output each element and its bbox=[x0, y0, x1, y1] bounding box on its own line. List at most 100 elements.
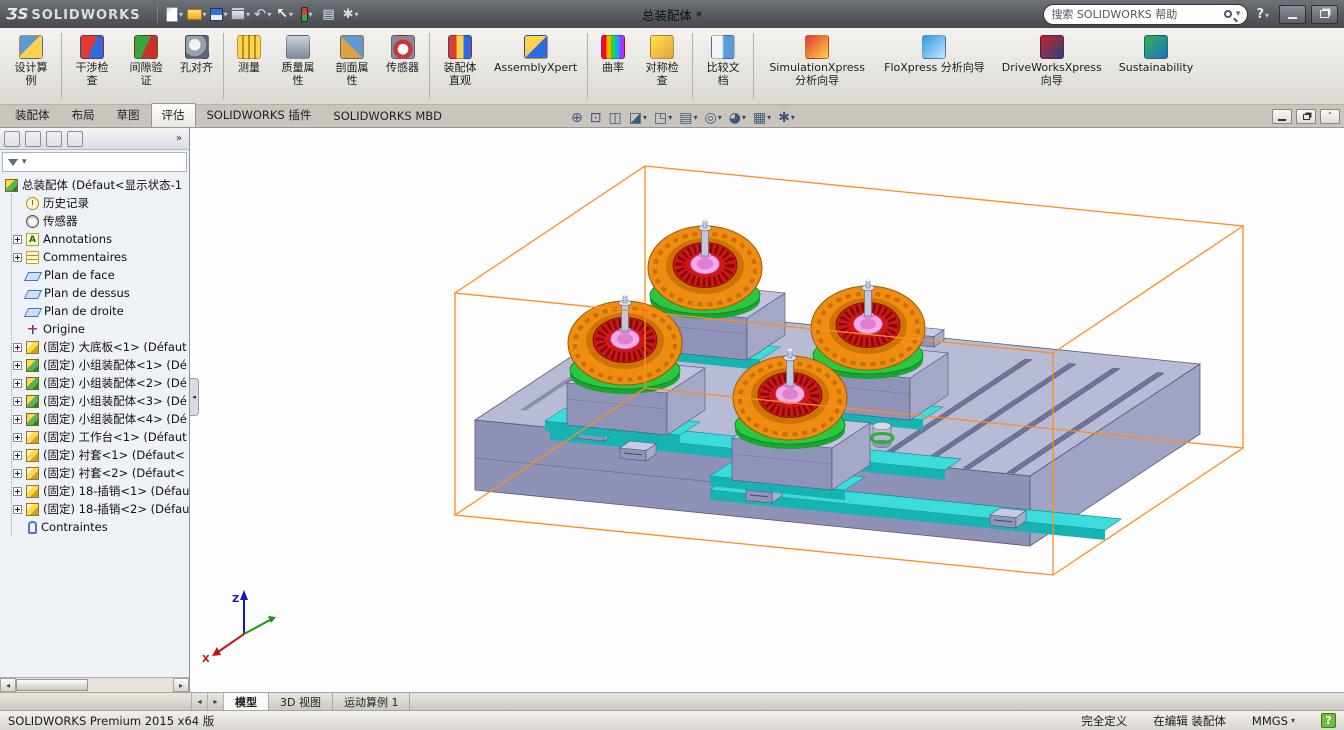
section-view-icon[interactable]: ◪ bbox=[629, 111, 647, 125]
ribbon-button[interactable]: AssemblyXpert bbox=[487, 30, 584, 102]
ribbon-button[interactable]: 间隙验证 bbox=[119, 30, 173, 102]
edit-appearance-icon[interactable]: ◕ bbox=[729, 111, 746, 125]
study-tab[interactable]: 模型 bbox=[224, 693, 269, 710]
reference-triad[interactable]: Z X bbox=[202, 590, 276, 665]
file-properties-icon[interactable] bbox=[318, 3, 340, 25]
scroll-left-button[interactable]: ◂ bbox=[0, 678, 16, 692]
help-status-button[interactable]: ? bbox=[1321, 713, 1336, 728]
study-tab[interactable]: 运动算例 1 bbox=[333, 693, 411, 710]
ribbon-button[interactable]: 装配体直观 bbox=[433, 30, 487, 102]
tree-filter-bar[interactable]: ▾ bbox=[2, 152, 187, 172]
ribbon-button[interactable]: 设计算例 bbox=[4, 30, 58, 102]
ribbon-button[interactable]: 剖面属性 bbox=[325, 30, 379, 102]
ribbon-button[interactable]: 传感器 bbox=[379, 30, 426, 102]
help-button[interactable]: ? bbox=[1251, 7, 1274, 22]
command-tab[interactable]: SOLIDWORKS 插件 bbox=[196, 103, 323, 127]
expander-icon[interactable] bbox=[13, 468, 22, 478]
apply-scene-icon[interactable]: ▦ bbox=[753, 111, 771, 125]
bushing[interactable] bbox=[869, 421, 895, 449]
more-tabs-icon[interactable]: » bbox=[173, 133, 185, 144]
tree-item[interactable]: (固定) 小组装配体<3> (Dé bbox=[13, 392, 189, 410]
undo-icon[interactable] bbox=[252, 3, 274, 25]
collapse-ribbon-button[interactable]: ˄ bbox=[1320, 109, 1340, 124]
tree-item[interactable]: (固定) 小组装配体<2> (Dé bbox=[13, 374, 189, 392]
zoom-area-icon[interactable]: ⊡ bbox=[590, 111, 602, 125]
tree-item[interactable]: Commentaires bbox=[13, 248, 189, 266]
previous-view-icon[interactable]: ◫ bbox=[608, 111, 621, 125]
ribbon-button[interactable]: 测量 bbox=[227, 30, 271, 102]
select-icon[interactable] bbox=[274, 3, 296, 25]
ribbon-button[interactable]: 质量属性 bbox=[271, 30, 325, 102]
tree-item[interactable]: Plan de droite bbox=[13, 302, 189, 320]
featuremanager-tab[interactable] bbox=[4, 130, 20, 147]
study-tab[interactable]: 3D 视图 bbox=[269, 693, 333, 710]
open-icon[interactable] bbox=[186, 3, 208, 25]
expander-icon[interactable] bbox=[13, 342, 22, 352]
expander-icon[interactable] bbox=[13, 450, 22, 460]
expander-icon[interactable] bbox=[13, 360, 22, 370]
expander-icon[interactable] bbox=[13, 234, 22, 244]
expander-icon[interactable] bbox=[13, 378, 22, 388]
tree-item[interactable]: (固定) 小组装配体<4> (Dé bbox=[13, 410, 189, 428]
view-orientation-icon[interactable]: ◳ bbox=[654, 111, 672, 125]
tree-item[interactable]: (固定) 18-插销<1> (Défau bbox=[13, 482, 189, 500]
graphics-viewport[interactable]: ◂ Z X bbox=[190, 128, 1344, 692]
save-icon[interactable] bbox=[208, 3, 230, 25]
expander-icon[interactable] bbox=[13, 414, 22, 424]
expander-icon[interactable] bbox=[13, 486, 22, 496]
options-icon[interactable] bbox=[340, 3, 362, 25]
displaymanager-tab[interactable] bbox=[67, 130, 83, 147]
tree-item[interactable]: Origine bbox=[13, 320, 189, 338]
display-style-icon[interactable]: ▤ bbox=[679, 111, 697, 125]
expander-icon[interactable] bbox=[13, 432, 22, 442]
zoom-fit-icon[interactable]: ⊕ bbox=[571, 111, 583, 125]
search-input[interactable] bbox=[1051, 7, 1220, 21]
ribbon-button[interactable]: 干涉检查 bbox=[65, 30, 119, 102]
tree-item[interactable]: Contraintes bbox=[13, 518, 189, 536]
tab-scroll-right-button[interactable]: ▸ bbox=[208, 693, 224, 710]
scrollbar-thumb[interactable] bbox=[16, 679, 88, 691]
tree-item[interactable]: (固定) 工作台<1> (Défaut bbox=[13, 428, 189, 446]
command-tab[interactable]: 评估 bbox=[150, 103, 196, 127]
tree-item[interactable]: (固定) 小组装配体<1> (Dé bbox=[13, 356, 189, 374]
command-tab[interactable]: 布局 bbox=[61, 103, 106, 127]
rebuild-icon[interactable] bbox=[296, 3, 318, 25]
tree-item[interactable]: Annotations bbox=[13, 230, 189, 248]
tree-item[interactable]: (固定) 大底板<1> (Défaut bbox=[13, 338, 189, 356]
tree-item[interactable]: 传感器 bbox=[13, 212, 189, 230]
tree-item[interactable]: 历史记录 bbox=[13, 194, 189, 212]
tree-item[interactable]: (固定) 18-插销<2> (Défau bbox=[13, 500, 189, 518]
command-tab[interactable]: SOLIDWORKS MBD bbox=[322, 105, 453, 127]
scrollbar-track[interactable] bbox=[88, 678, 173, 692]
tab-scroll-left-button[interactable]: ◂ bbox=[192, 693, 208, 710]
command-tab[interactable]: 草图 bbox=[106, 103, 151, 127]
expander-icon[interactable] bbox=[13, 396, 22, 406]
command-tab[interactable]: 装配体 bbox=[4, 103, 61, 127]
ribbon-button[interactable]: 曲率 bbox=[591, 30, 635, 102]
ribbon-button[interactable]: FloXpress 分析向导 bbox=[877, 30, 992, 102]
print-icon[interactable] bbox=[230, 3, 252, 25]
minimize-button[interactable] bbox=[1279, 4, 1306, 24]
expander-icon[interactable] bbox=[13, 504, 22, 514]
expander-icon[interactable] bbox=[13, 252, 22, 262]
doc-minimize-button[interactable] bbox=[1272, 109, 1292, 124]
configurationmanager-tab[interactable] bbox=[46, 130, 62, 147]
scroll-right-button[interactable]: ▸ bbox=[173, 678, 189, 692]
doc-restore-button[interactable] bbox=[1296, 109, 1316, 124]
units-selector[interactable]: MMGS ▾ bbox=[1252, 714, 1295, 728]
ribbon-button[interactable]: DriveWorksXpress 向导 bbox=[992, 30, 1112, 102]
restore-button[interactable] bbox=[1311, 4, 1338, 24]
tree-item[interactable]: (固定) 衬套<2> (Défaut< bbox=[13, 464, 189, 482]
search-dropdown-icon[interactable]: ▾ bbox=[1236, 9, 1241, 19]
ribbon-button[interactable]: 孔对齐 bbox=[173, 30, 220, 102]
ribbon-button[interactable]: 比较文档 bbox=[696, 30, 750, 102]
ribbon-button[interactable]: Sustainability bbox=[1112, 30, 1200, 102]
tree-horizontal-scrollbar[interactable]: ◂ ▸ bbox=[0, 677, 189, 692]
panel-collapse-handle[interactable]: ◂ bbox=[190, 378, 199, 416]
ribbon-button[interactable]: SimulationXpress 分析向导 bbox=[757, 30, 877, 102]
propertymanager-tab[interactable] bbox=[25, 130, 41, 147]
graphics-area[interactable]: Z X bbox=[190, 128, 1344, 692]
tree-item[interactable]: Plan de face bbox=[13, 266, 189, 284]
tree-root-item[interactable]: 总装配体 (Défaut<显示状态-1 bbox=[4, 176, 189, 194]
tree-item[interactable]: Plan de dessus bbox=[13, 284, 189, 302]
